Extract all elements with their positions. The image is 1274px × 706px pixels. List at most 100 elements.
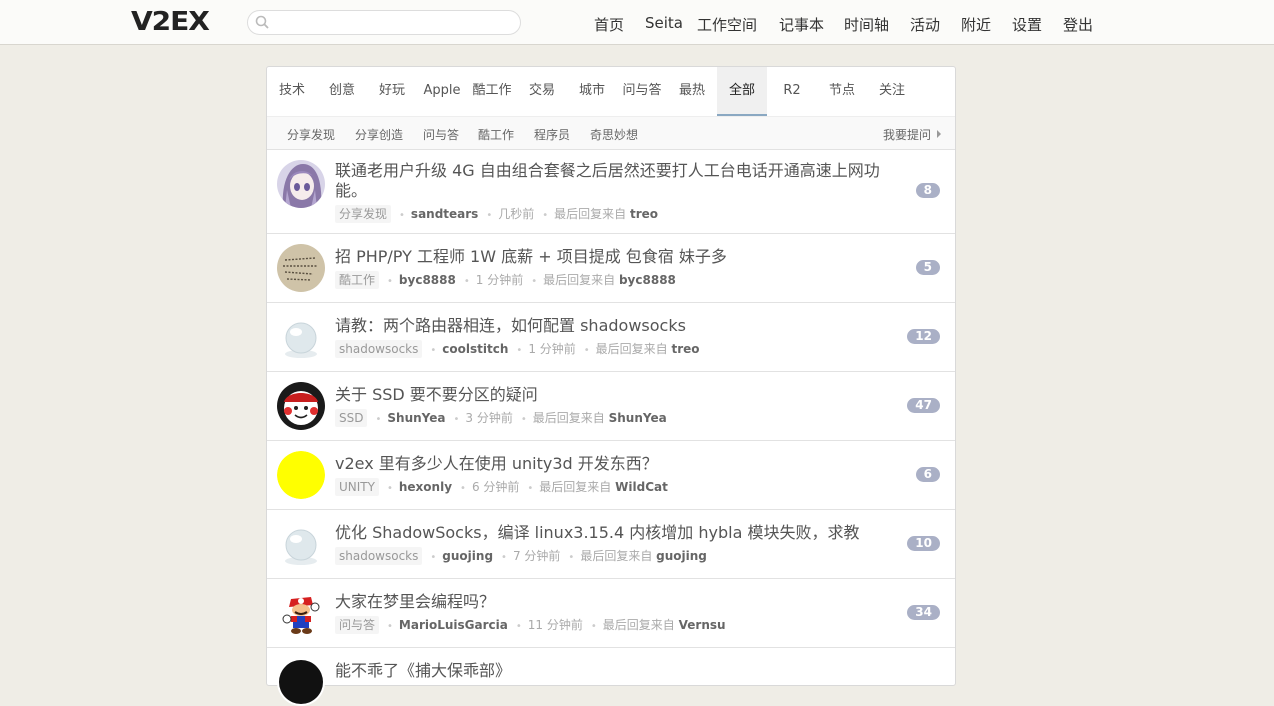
topics-box: 技术 创意 好玩 Apple 酷工作 交易 城市 问与答 最热 全部 R2 节点…	[266, 66, 956, 706]
anime-girl-avatar[interactable]	[277, 160, 325, 208]
topic-title[interactable]: 联通老用户升级 4G 自由组合套餐之后居然还要打人工台电话开通高速上网功能。	[335, 161, 895, 201]
nav-notes[interactable]: 记事本	[779, 14, 824, 35]
reply-count-badge[interactable]: 12	[907, 329, 940, 344]
author-link[interactable]: byc8888	[399, 273, 456, 287]
last-reply-author[interactable]: Vernsu	[679, 618, 726, 632]
ask-question-link[interactable]: 我要提问	[883, 126, 941, 143]
node-label[interactable]: shadowsocks	[335, 547, 423, 565]
topic-time: 1 分钟前	[475, 273, 524, 287]
last-reply-label: 最后回复来自	[532, 411, 605, 425]
topic-time: 7 分钟前	[512, 549, 561, 563]
tab-r2[interactable]: R2	[767, 67, 817, 116]
dark-avatar[interactable]	[277, 658, 325, 706]
yellow-circle-avatar[interactable]	[277, 451, 325, 499]
author-link[interactable]: guojing	[442, 549, 493, 563]
reply-count-badge[interactable]: 10	[907, 536, 940, 551]
topic-title[interactable]: 招 PHP/PY 工程师 1W 底薪 + 项目提成 包食宿 妹子多	[335, 247, 895, 267]
author-link[interactable]: MarioLuisGarcia	[399, 618, 508, 632]
v2ex-logo[interactable]: V2EX	[131, 7, 210, 37]
topic-title[interactable]: 优化 ShadowSocks，编译 linux3.15.4 内核增加 hybla…	[335, 523, 895, 543]
separator-dot: •	[501, 552, 507, 563]
topic-row: 联通老用户升级 4G 自由组合套餐之后居然还要打人工台电话开通高速上网功能。 分…	[267, 150, 955, 234]
last-reply-label: 最后回复来自	[595, 342, 668, 356]
ask-label: 我要提问	[882, 128, 931, 142]
tab-qna[interactable]: 问与答	[617, 67, 667, 116]
last-reply-author[interactable]: ShunYea	[609, 411, 667, 425]
nav-home[interactable]: 首页	[594, 14, 624, 35]
subtab-ideas[interactable]: 奇思妙想	[590, 126, 638, 143]
subtab-share-discovery[interactable]: 分享发现	[287, 126, 335, 143]
node-label[interactable]: UNITY	[335, 478, 379, 496]
separator-dot: •	[527, 483, 534, 494]
nav-timeline[interactable]: 时间轴	[844, 14, 889, 35]
search-input[interactable]	[274, 13, 514, 32]
node-label[interactable]: SSD	[335, 409, 368, 427]
default-sphere-avatar[interactable]	[277, 314, 325, 362]
reply-count-badge[interactable]: 6	[915, 467, 940, 482]
topic-row: 大家在梦里会编程吗？ 问与答 • MarioLuisGarcia • 11 分钟前 • 最后…	[267, 579, 955, 648]
last-reply-label: 最后回复来自	[543, 273, 616, 287]
tab-play[interactable]: 好玩	[367, 67, 417, 116]
subtab-share-creation[interactable]: 分享创造	[355, 126, 403, 143]
reply-count-badge[interactable]: 8	[915, 183, 940, 198]
author-link[interactable]: coolstitch	[442, 342, 508, 356]
tab-following[interactable]: 关注	[867, 67, 917, 116]
tab-creative[interactable]: 创意	[317, 67, 367, 116]
topic-title[interactable]: 关于 SSD 要不要分区的疑问	[335, 385, 895, 405]
topic-meta: 酷工作 • byc8888 • 1 分钟前 • 最后回复来自 byc8888	[335, 271, 676, 289]
last-reply-label: 最后回复来自	[602, 618, 675, 632]
separator-dot: •	[520, 414, 527, 425]
topic-meta: 问与答 • MarioLuisGarcia • 11 分钟前 • 最后回复来自 Vernsu	[335, 616, 726, 634]
tab-tech[interactable]: 技术	[267, 67, 317, 116]
last-reply-author[interactable]: guojing	[656, 549, 707, 563]
topic-title[interactable]: 请教：两个路由器相连，如何配置 shadowsocks	[335, 316, 895, 336]
last-reply-author[interactable]: WildCat	[615, 480, 668, 494]
nav-settings[interactable]: 设置	[1012, 14, 1042, 35]
arrow-right-icon	[937, 130, 941, 138]
author-link[interactable]: ShunYea	[387, 411, 445, 425]
red-face-avatar[interactable]	[277, 382, 325, 430]
reply-count-badge[interactable]: 5	[915, 260, 940, 275]
topic-row: 能不乖了《捕大保乖部》	[267, 648, 955, 706]
node-label[interactable]: 酷工作	[335, 271, 380, 289]
author-link[interactable]: sandtears	[411, 207, 478, 221]
separator-dot: •	[399, 210, 405, 221]
topic-row: 优化 ShadowSocks，编译 linux3.15.4 内核增加 hybla…	[267, 510, 955, 579]
tab-deals[interactable]: 交易	[517, 67, 567, 116]
tab-nodes[interactable]: 节点	[817, 67, 867, 116]
reply-count-badge[interactable]: 47	[907, 398, 940, 413]
topic-time: 6 分钟前	[471, 480, 520, 494]
search-box[interactable]	[247, 10, 521, 35]
tab-apple[interactable]: Apple	[417, 67, 467, 116]
author-link[interactable]: hexonly	[399, 480, 452, 494]
topic-title[interactable]: 能不乖了《捕大保乖部》	[335, 661, 895, 681]
subtab-qna[interactable]: 问与答	[423, 126, 459, 143]
node-label[interactable]: shadowsocks	[335, 340, 423, 358]
tab-all[interactable]: 全部	[717, 67, 767, 116]
topic-title[interactable]: v2ex 里有多少人在使用 unity3d 开发东西？	[335, 454, 895, 474]
last-reply-author[interactable]: byc8888	[619, 273, 676, 287]
separator-dot: •	[590, 621, 597, 632]
mario-avatar[interactable]	[277, 589, 325, 637]
subtab-jobs[interactable]: 酷工作	[478, 126, 514, 143]
nav-events[interactable]: 活动	[910, 14, 940, 35]
last-reply-author[interactable]: treo	[672, 342, 700, 356]
topic-title[interactable]: 大家在梦里会编程吗？	[335, 592, 895, 612]
nav-nearby[interactable]: 附近	[961, 14, 991, 35]
separator-dot: •	[486, 210, 493, 221]
last-reply-label: 最后回复来自	[554, 207, 627, 221]
separator-dot: •	[542, 210, 549, 221]
node-label[interactable]: 分享发现	[335, 205, 392, 223]
reply-count-badge[interactable]: 34	[907, 605, 940, 620]
nav-workspace[interactable]: 工作空间	[697, 14, 757, 35]
subtab-programmer[interactable]: 程序员	[534, 126, 570, 143]
default-sphere-avatar[interactable]	[277, 521, 325, 569]
last-reply-author[interactable]: treo	[630, 207, 658, 221]
nav-logout[interactable]: 登出	[1063, 14, 1093, 35]
tab-city[interactable]: 城市	[567, 67, 617, 116]
handwriting-avatar[interactable]	[277, 244, 325, 292]
tab-jobs[interactable]: 酷工作	[467, 67, 517, 116]
tab-hot[interactable]: 最热	[667, 67, 717, 116]
node-label[interactable]: 问与答	[335, 616, 380, 634]
nav-user[interactable]: Seita	[645, 14, 683, 32]
